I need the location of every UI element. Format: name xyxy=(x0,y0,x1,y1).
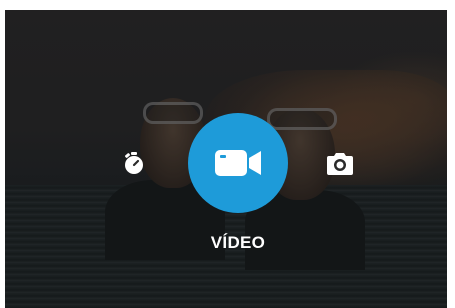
video-camera-icon xyxy=(215,150,261,176)
video-mode-button[interactable] xyxy=(188,113,288,213)
active-mode-label: VÍDEO xyxy=(210,233,266,252)
stopwatch-icon xyxy=(125,152,143,174)
timer-mode-button[interactable] xyxy=(117,146,151,180)
camera-mode-screen: VÍDEO xyxy=(5,10,447,308)
camera-icon xyxy=(327,153,353,175)
photo-mode-button[interactable] xyxy=(323,147,357,181)
